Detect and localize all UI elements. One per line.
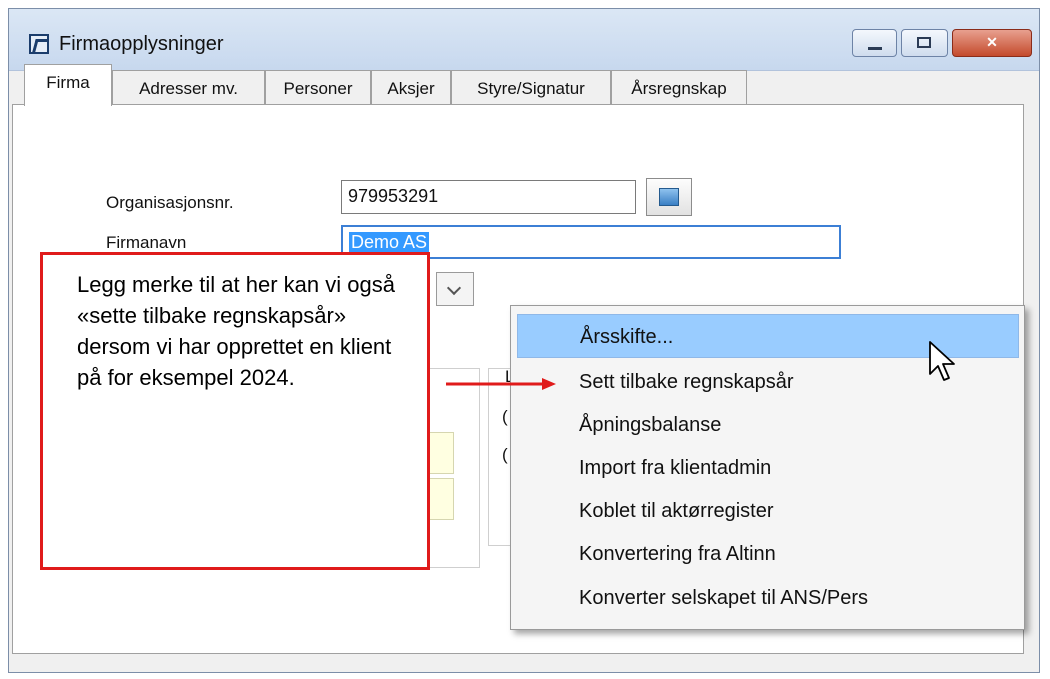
tab-firma[interactable]: Firma xyxy=(24,64,112,106)
window-title: Firmaopplysninger xyxy=(59,33,224,55)
title-bar: Firmaopplysninger ✕ xyxy=(9,9,1039,71)
lookup-icon[interactable] xyxy=(646,178,692,216)
firmanavn-value: Demo AS xyxy=(349,232,430,252)
tab-adresser[interactable]: Adresser mv. xyxy=(112,70,265,106)
menu-item-apningsbalanse[interactable]: Åpningsbalanse xyxy=(517,403,1019,447)
firmanavn-label: Firmanavn xyxy=(106,233,187,252)
callout-text: Legg merke til at her kan vi også «sette… xyxy=(77,272,395,390)
annotation-callout: Legg merke til at her kan vi også «sette… xyxy=(40,252,430,570)
tab-aksjer[interactable]: Aksjer xyxy=(371,70,451,106)
mouse-pointer-icon xyxy=(929,341,955,381)
hidden-label-fragment: ( xyxy=(502,407,508,426)
chevron-down-icon[interactable] xyxy=(436,272,474,306)
minimize-button[interactable] xyxy=(852,29,897,57)
arrow-icon xyxy=(446,378,556,390)
tab-personer[interactable]: Personer xyxy=(265,70,371,106)
hidden-label-fragment: ( xyxy=(502,445,508,464)
maximize-button[interactable] xyxy=(901,29,948,57)
tab-styre-signatur[interactable]: Styre/Signatur xyxy=(451,70,611,106)
menu-item-konvertering-fra-altinn[interactable]: Konvertering fra Altinn xyxy=(517,532,1019,576)
menu-item-konverter-selskapet[interactable]: Konverter selskapet til ANS/Pers xyxy=(517,576,1019,620)
close-button[interactable]: ✕ xyxy=(952,29,1032,57)
menu-item-import-fra-klientadmin[interactable]: Import fra klientadmin xyxy=(517,446,1019,490)
orgnr-field[interactable]: 979953291 xyxy=(341,180,636,214)
orgnr-label: Organisasjonsnr. xyxy=(106,193,234,212)
tab-arsregnskap[interactable]: Årsregnskap xyxy=(611,70,747,106)
app-icon xyxy=(29,34,49,54)
menu-item-koblet-til-aktorregister[interactable]: Koblet til aktørregister xyxy=(517,489,1019,533)
